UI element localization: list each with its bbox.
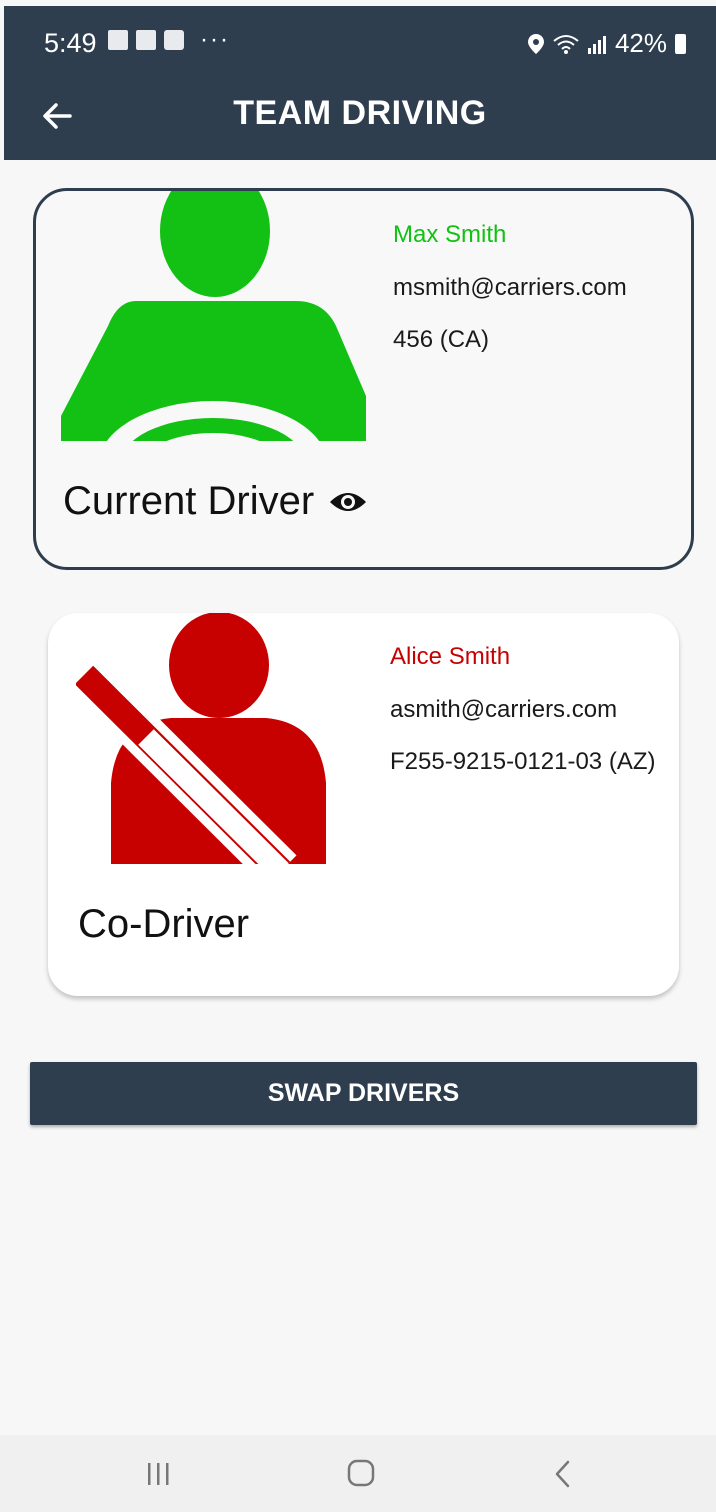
home-icon[interactable] [341,1457,381,1491]
role-text: Current Driver [63,479,315,523]
role-text: Co-Driver [78,902,250,946]
current-driver-info: Max Smith msmith@carriers.com 456 (CA) [393,221,627,376]
battery-icon [675,33,686,54]
co-driver-card[interactable]: Alice Smith asmith@carriers.com F255-921… [48,613,679,996]
current-driver-label: Current Driver [63,479,368,524]
driver-name: Max Smith [393,221,507,248]
co-driver-info: Alice Smith asmith@carriers.com F255-921… [390,643,660,798]
co-driver-label: Co-Driver [78,902,249,947]
message-icon [164,30,184,50]
seatbelt-driver-icon [76,613,326,864]
status-bar: 5:49 ··· 42% [4,6,716,78]
current-driver-card[interactable]: Max Smith msmith@carriers.com 456 (CA) C… [33,188,694,570]
driver-email: asmith@carriers.com [390,696,618,723]
wifi-icon [553,34,579,54]
page-title: TEAM DRIVING [233,94,487,132]
system-icons: 42% [527,28,686,59]
status-time: 5:49 [44,28,97,58]
eye-icon[interactable] [328,489,368,515]
driver-license: F255-9215-0121-03 (AZ) [390,748,656,775]
driver-avatar-icon [61,191,366,441]
system-nav-bar [0,1435,716,1512]
battery-percent: 42% [614,28,667,58]
recents-icon[interactable] [138,1457,178,1491]
nav-back-icon[interactable] [543,1457,583,1491]
swap-drivers-button[interactable]: SWAP DRIVERS [30,1062,697,1125]
driver-email: msmith@carriers.com [393,274,627,301]
more-notifications-icon: ··· [200,26,230,53]
header: 5:49 ··· 42% TEAM DRIVING [4,6,716,160]
signal-icon [587,35,606,54]
driver-name: Alice Smith [390,643,511,670]
photo-icon [136,30,156,50]
driver-license: 456 (CA) [393,326,490,353]
location-icon [527,33,544,54]
gallery-icon [108,30,128,50]
notification-icons: ··· [108,26,230,53]
